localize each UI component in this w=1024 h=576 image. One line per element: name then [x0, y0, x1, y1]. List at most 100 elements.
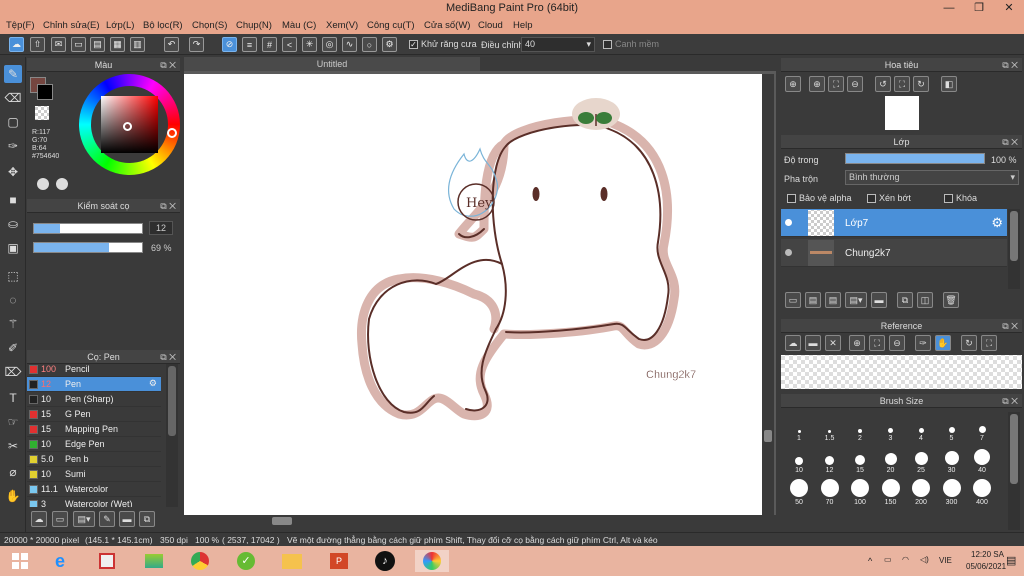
concentric-snap-icon[interactable]: ◎: [322, 37, 337, 52]
brush-item[interactable]: 15 Mapping Pen: [27, 422, 161, 437]
panel-close-icon[interactable]: ⧉ ✕: [1002, 319, 1018, 333]
new-8bit-layer-icon[interactable]: ▤: [825, 292, 841, 308]
brush-item[interactable]: 11.1 Watercolor: [27, 482, 161, 497]
brush-copy-icon[interactable]: ⧉: [139, 511, 155, 527]
select-eraser-tool-icon[interactable]: ⌦: [4, 363, 22, 381]
brush-size-option[interactable]: 2: [846, 414, 874, 442]
layer-list-scrollbar[interactable]: [1008, 209, 1020, 289]
transparent-color-swatch[interactable]: [35, 106, 49, 120]
brush-size-value[interactable]: 12: [149, 221, 173, 235]
menu-layer[interactable]: Lớp(L): [106, 20, 134, 31]
reference-open-icon[interactable]: ▬: [805, 335, 821, 351]
palette-add-icon[interactable]: [56, 178, 68, 190]
layer-visibility-icon[interactable]: [785, 249, 792, 256]
brush-item[interactable]: 10 Sumi: [27, 467, 161, 482]
rectangle-tool-icon[interactable]: ▢: [4, 113, 22, 131]
lock-option[interactable]: Khóa: [944, 193, 977, 204]
windows-start-icon[interactable]: [8, 550, 32, 572]
clipping-checkbox[interactable]: [867, 194, 876, 204]
panel-close-icon[interactable]: ⧉ ✕: [160, 350, 176, 364]
brush-item[interactable]: 100 Pencil: [27, 364, 161, 377]
brush-size-option[interactable]: 10: [785, 446, 813, 474]
new-folder-icon[interactable]: ▬: [871, 292, 887, 308]
brush-size-option[interactable]: 3: [877, 414, 905, 442]
layer-row-chung2k7[interactable]: Chung2k7: [781, 239, 1007, 267]
clock-time[interactable]: 12:20 SA: [971, 550, 1004, 559]
brush-size-option[interactable]: 40: [968, 446, 996, 474]
reference-rotate-icon[interactable]: ↻: [961, 335, 977, 351]
brush-size-slider[interactable]: [33, 223, 143, 234]
canvas-vertical-scrollbar[interactable]: [762, 74, 774, 515]
app-grid-icon[interactable]: [95, 550, 119, 572]
canvas[interactable]: Hey Chung2k7: [184, 74, 762, 515]
eyedropper-tool-icon[interactable]: ✑: [4, 137, 22, 155]
menu-tools[interactable]: Công cụ(T): [367, 20, 415, 31]
brush-size-option[interactable]: 1: [785, 414, 813, 442]
reference-cloud-icon[interactable]: ☁: [785, 335, 801, 351]
duplicate-layer-icon[interactable]: ⧉: [897, 292, 913, 308]
merge-layer-icon[interactable]: ◫: [917, 292, 933, 308]
layer-settings-icon[interactable]: ⚙: [991, 215, 1003, 231]
brush-size-option[interactable]: 5: [938, 414, 966, 442]
brush-add-icon[interactable]: ▭: [52, 511, 68, 527]
close-button[interactable]: ✕: [994, 0, 1024, 17]
new-layer-icon[interactable]: ▭: [785, 292, 801, 308]
text-tool-icon[interactable]: T: [4, 389, 22, 407]
brush-settings-icon[interactable]: ⚙: [149, 378, 157, 389]
brush-size-option[interactable]: 4: [907, 414, 935, 442]
menu-filter[interactable]: Bộ lọc(R): [143, 20, 183, 31]
snap-settings-icon[interactable]: ⚙: [382, 37, 397, 52]
clock-date[interactable]: 05/06/2021: [966, 562, 1006, 571]
antialias-option[interactable]: ✓ Khử răng cưa: [409, 39, 477, 50]
radial-snap-icon[interactable]: ✳: [302, 37, 317, 52]
layer-opacity-slider[interactable]: [845, 153, 985, 164]
reference-fullscreen-icon[interactable]: ⛶: [981, 335, 997, 351]
panel-close-icon[interactable]: ⧉ ✕: [1002, 394, 1018, 408]
menu-window[interactable]: Cửa số(W): [424, 20, 470, 31]
reference-close-icon[interactable]: ✕: [825, 335, 841, 351]
file-explorer-icon[interactable]: [280, 550, 304, 572]
brush-size-option[interactable]: 150: [877, 478, 905, 506]
reference-zoom-out-icon[interactable]: ⊖: [889, 335, 905, 351]
correction-select[interactable]: 40 ▾: [521, 37, 595, 52]
fullscreen-icon[interactable]: ⛶: [894, 76, 910, 92]
brush-size-option[interactable]: 70: [816, 478, 844, 506]
lock-checkbox[interactable]: [944, 194, 953, 204]
brush-size-option[interactable]: 30: [938, 446, 966, 474]
network-icon[interactable]: ▭: [884, 555, 892, 564]
brush-size-option[interactable]: 100: [846, 478, 874, 506]
new-halftone-layer-icon[interactable]: ▤: [805, 292, 821, 308]
brush-item[interactable]: 10 Pen (Sharp): [27, 392, 161, 407]
sharp-edge-option[interactable]: Canh mềm: [603, 39, 659, 50]
wifi-icon[interactable]: ◠: [902, 555, 909, 564]
redo-icon[interactable]: ↷: [189, 37, 204, 52]
brush-cloud-icon[interactable]: ☁: [31, 511, 47, 527]
rotate-right-icon[interactable]: ↻: [913, 76, 929, 92]
notification-icon[interactable]: ▤: [1006, 554, 1016, 567]
medibang-taskbar-icon[interactable]: [415, 550, 449, 572]
palette-icon[interactable]: [37, 178, 49, 190]
select-pen-tool-icon[interactable]: ✐: [4, 339, 22, 357]
reference-fit-icon[interactable]: ⛶: [869, 335, 885, 351]
minimize-button[interactable]: —: [934, 0, 964, 17]
delete-layer-icon[interactable]: 🗑: [943, 292, 959, 308]
dropper-tool-icon[interactable]: ⌀: [4, 463, 22, 481]
magic-wand-tool-icon[interactable]: ⚚: [4, 315, 22, 333]
menu-help[interactable]: Help: [513, 20, 533, 31]
brush-size-option[interactable]: 50: [785, 478, 813, 506]
zoom-in-alt-icon[interactable]: ⊕: [809, 76, 825, 92]
clipping-option[interactable]: Xén bớt: [867, 193, 911, 204]
grid-icon[interactable]: ▥: [130, 37, 145, 52]
panel-close-icon[interactable]: ⧉ ✕: [1002, 58, 1018, 72]
background-color-swatch[interactable]: [37, 84, 53, 100]
volume-icon[interactable]: ◁): [920, 555, 929, 564]
language-indicator[interactable]: VIE: [939, 556, 952, 565]
curve-snap-icon[interactable]: ∿: [342, 37, 357, 52]
brush-size-option[interactable]: 300: [938, 478, 966, 506]
perspective-snap-icon[interactable]: <: [282, 37, 297, 52]
hand-tool-icon[interactable]: ✋: [4, 487, 22, 505]
brush-size-option[interactable]: 25: [907, 446, 935, 474]
tiktok-icon[interactable]: ♪: [373, 550, 397, 572]
no-snap-icon[interactable]: ⊘: [222, 37, 237, 52]
chrome-icon[interactable]: [188, 550, 212, 572]
